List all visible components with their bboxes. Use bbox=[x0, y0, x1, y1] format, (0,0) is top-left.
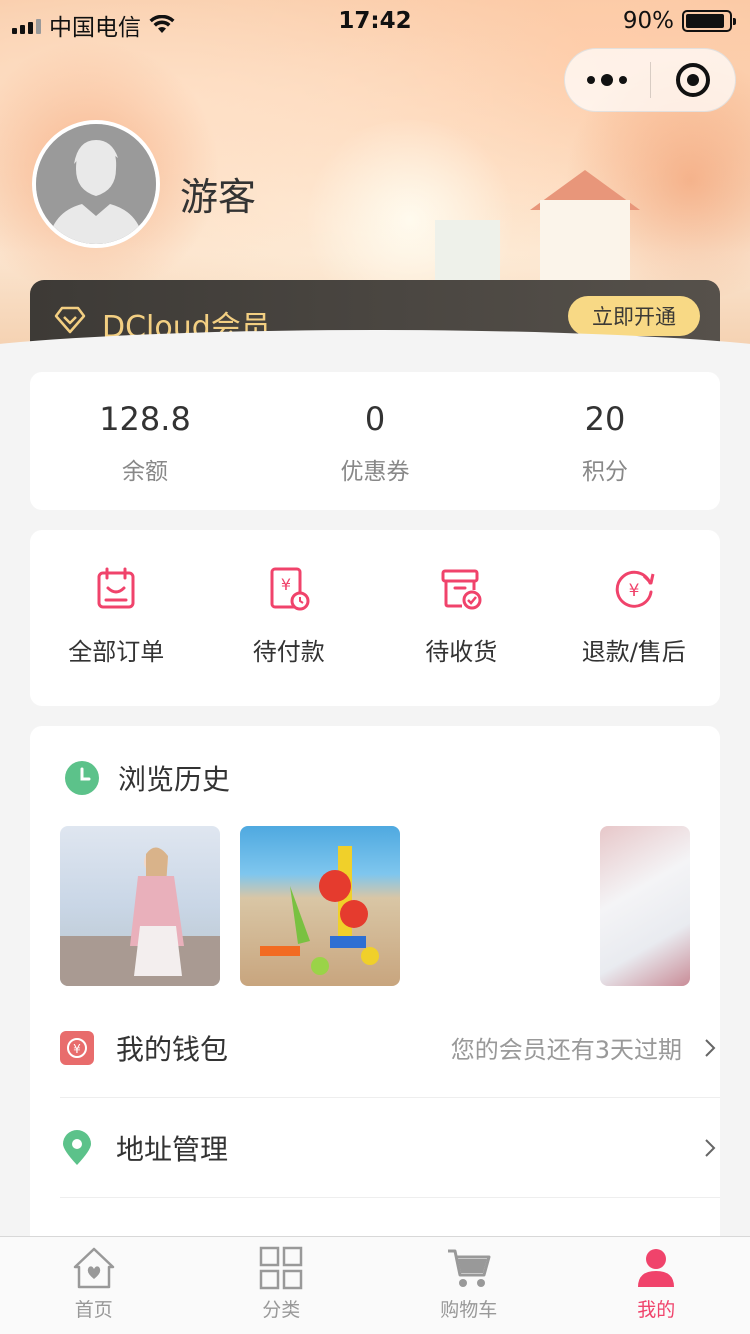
close-miniprogram-button[interactable] bbox=[651, 48, 736, 112]
order-pending-delivery[interactable]: 待收货 bbox=[375, 530, 548, 706]
pending-delivery-icon bbox=[441, 569, 482, 610]
tab-label: 购物车 bbox=[440, 1299, 498, 1321]
menu-wallet[interactable]: ¥ 我的钱包 您的会员还有3天过期 bbox=[60, 998, 720, 1098]
menu-label: 我的钱包 bbox=[116, 1032, 229, 1066]
order-label: 退款/售后 bbox=[581, 638, 686, 666]
history-list bbox=[60, 826, 690, 986]
stat-value: 0 bbox=[364, 400, 386, 438]
default-avatar-icon bbox=[36, 124, 156, 244]
history-item[interactable] bbox=[600, 826, 690, 986]
tab-cart[interactable]: 购物车 bbox=[375, 1237, 563, 1334]
order-label: 全部订单 bbox=[68, 638, 165, 666]
tab-category[interactable]: 分类 bbox=[188, 1237, 376, 1334]
svg-text:¥: ¥ bbox=[628, 581, 639, 601]
clock-icon bbox=[65, 761, 99, 795]
order-all[interactable]: 全部订单 bbox=[30, 530, 203, 706]
tab-bar: 首页 分类 购物车 我的 bbox=[0, 1236, 750, 1334]
menu-subtitle: 您的会员还有3天过期 bbox=[450, 1036, 682, 1064]
location-pin-icon bbox=[63, 1129, 91, 1165]
battery-icon bbox=[682, 10, 736, 32]
stat-value: 128.8 bbox=[99, 400, 191, 438]
sand-toys-image bbox=[260, 846, 379, 975]
history-item[interactable] bbox=[60, 826, 220, 986]
chevron-right-icon bbox=[705, 1038, 716, 1057]
refund-icon: ¥ bbox=[615, 570, 655, 608]
stat-coupons[interactable]: 0 优惠券 bbox=[260, 372, 490, 510]
tab-label: 首页 bbox=[74, 1299, 113, 1321]
username[interactable]: 游客 bbox=[180, 166, 256, 221]
stat-points[interactable]: 20 积分 bbox=[490, 372, 720, 510]
stats-card: 128.8 余额 0 优惠券 20 积分 bbox=[30, 372, 720, 510]
user-icon bbox=[638, 1249, 675, 1287]
tab-mine[interactable]: 我的 bbox=[563, 1237, 750, 1334]
tab-label: 我的 bbox=[637, 1299, 676, 1321]
svg-text:¥: ¥ bbox=[73, 1042, 81, 1056]
category-icon bbox=[260, 1246, 303, 1290]
stat-balance[interactable]: 128.8 余额 bbox=[30, 372, 260, 510]
tab-label: 分类 bbox=[262, 1299, 301, 1321]
target-icon bbox=[675, 63, 710, 97]
menu-label: 地址管理 bbox=[116, 1132, 229, 1166]
status-bar: 中国电信 17:42 90% bbox=[0, 0, 750, 41]
avatar[interactable] bbox=[32, 120, 160, 248]
diamond-icon bbox=[54, 306, 86, 334]
order-refund[interactable]: ¥ 退款/售后 bbox=[548, 530, 721, 706]
chevron-right-icon bbox=[705, 1138, 716, 1157]
order-label: 待付款 bbox=[252, 638, 325, 666]
history-header: 浏览历史 bbox=[64, 758, 230, 798]
pending-payment-icon: ¥ bbox=[270, 567, 310, 611]
wallet-icon: ¥ bbox=[60, 1030, 94, 1065]
cart-icon bbox=[447, 1249, 491, 1287]
more-button[interactable] bbox=[565, 48, 650, 112]
profile-page: 中国电信 17:42 90% 游客 DCloud会员 立即开通 128.8 余额… bbox=[0, 0, 750, 1334]
stat-label: 优惠券 bbox=[340, 459, 410, 485]
order-label: 待收货 bbox=[425, 638, 498, 666]
all-orders-icon bbox=[97, 567, 135, 609]
open-membership-button[interactable]: 立即开通 bbox=[568, 296, 700, 336]
menu-address[interactable]: 地址管理 bbox=[60, 1098, 720, 1198]
coat-image bbox=[60, 847, 220, 986]
stat-value: 20 bbox=[584, 400, 626, 438]
history-item[interactable] bbox=[240, 826, 400, 986]
home-icon bbox=[73, 1247, 114, 1289]
svg-text:¥: ¥ bbox=[281, 575, 291, 594]
tab-home[interactable]: 首页 bbox=[0, 1237, 188, 1334]
battery-percent: 90% bbox=[622, 8, 674, 34]
order-pending-payment[interactable]: ¥ 待付款 bbox=[203, 530, 376, 706]
orders-card: 全部订单 ¥ 待付款 待收货 ¥ 退款/售后 bbox=[30, 530, 720, 706]
miniprogram-capsule bbox=[564, 48, 736, 112]
stat-label: 余额 bbox=[122, 459, 168, 485]
stat-label: 积分 bbox=[582, 459, 628, 485]
history-title: 浏览历史 bbox=[118, 763, 231, 796]
